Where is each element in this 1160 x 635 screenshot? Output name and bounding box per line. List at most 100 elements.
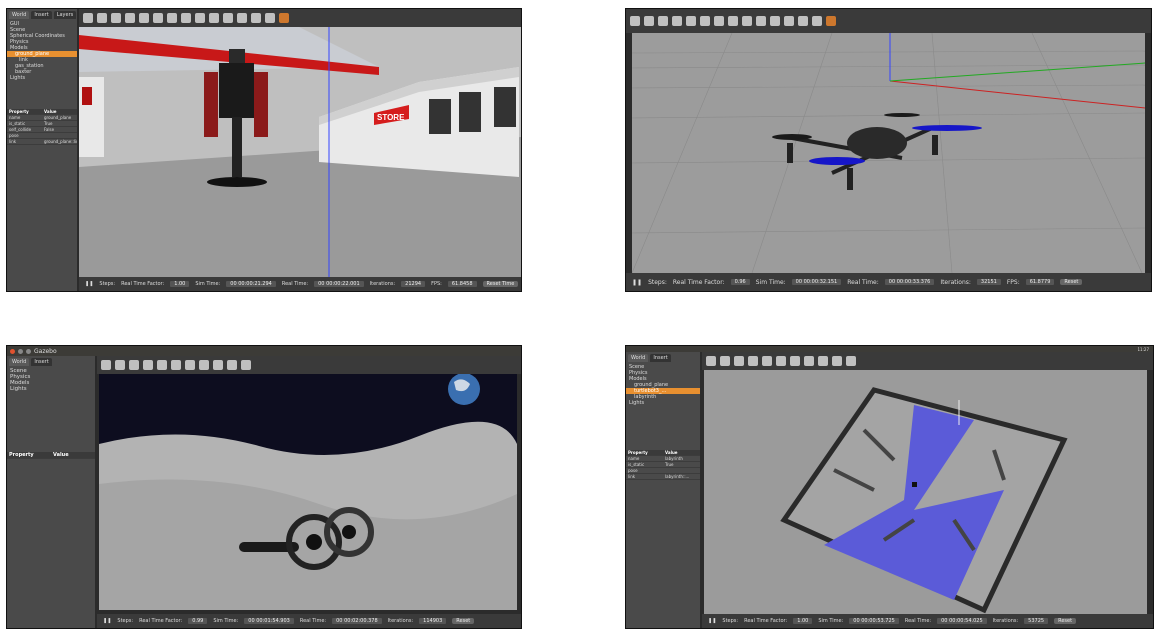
scale-mode-icon[interactable] [125, 13, 135, 23]
record-icon[interactable] [279, 13, 289, 23]
cylinder-shape-icon[interactable] [185, 360, 195, 370]
prop-value: True [665, 462, 674, 467]
close-icon[interactable] [10, 348, 15, 354]
tree-item-lights[interactable]: Lights [7, 75, 77, 81]
rotate-mode-icon[interactable] [658, 16, 668, 26]
snap-icon[interactable] [265, 13, 275, 23]
store-window [429, 99, 451, 134]
pump-sign [82, 87, 92, 105]
steps-label: Steps: [722, 618, 739, 624]
directional-light-icon[interactable] [756, 16, 766, 26]
rotate-mode-icon[interactable] [129, 360, 139, 370]
3d-viewport[interactable] [704, 370, 1147, 614]
turtlebot-model[interactable] [912, 482, 917, 487]
paste-icon[interactable] [237, 13, 247, 23]
tab-insert[interactable]: Insert [31, 11, 52, 19]
paste-icon[interactable] [784, 16, 794, 26]
reset-button[interactable]: Reset [1060, 279, 1083, 285]
spot-light-icon[interactable] [742, 16, 752, 26]
tab-world[interactable]: World [628, 354, 649, 362]
store-window [494, 87, 516, 127]
directional-light-icon[interactable] [209, 13, 219, 23]
align-icon[interactable] [798, 16, 808, 26]
property-header: Property Value [7, 452, 95, 459]
record-icon[interactable] [826, 16, 836, 26]
value-col-label: Value [665, 450, 678, 455]
cylinder-shape-icon[interactable] [714, 16, 724, 26]
reset-button[interactable]: Reset [1054, 618, 1077, 624]
copy-icon[interactable] [223, 13, 233, 23]
prop-value [663, 468, 700, 473]
box-shape-icon[interactable] [157, 360, 167, 370]
reset-button[interactable]: Reset [452, 618, 475, 624]
screenshot-icon[interactable] [241, 360, 251, 370]
translate-mode-icon[interactable] [644, 16, 654, 26]
rtf-label: Real Time Factor: [744, 618, 788, 624]
sphere-shape-icon[interactable] [776, 356, 786, 366]
cylinder-shape-icon[interactable] [790, 356, 800, 366]
world-tree: Scene Physics Models ground_plane turtle… [626, 364, 700, 406]
cylinder-shape-icon[interactable] [167, 13, 177, 23]
point-light-icon[interactable] [181, 13, 191, 23]
point-light-icon[interactable] [804, 356, 814, 366]
select-mode-icon[interactable] [706, 356, 716, 366]
box-shape-icon[interactable] [139, 13, 149, 23]
box-shape-icon[interactable] [686, 16, 696, 26]
minimize-icon[interactable] [18, 348, 23, 354]
reset-time-button[interactable]: Reset Time [482, 281, 519, 287]
spot-light-icon[interactable] [195, 13, 205, 23]
select-mode-icon[interactable] [101, 360, 111, 370]
rotate-mode-icon[interactable] [111, 13, 121, 23]
point-light-icon[interactable] [728, 16, 738, 26]
align-icon[interactable] [251, 13, 261, 23]
property-row[interactable]: link labyrinth::... [626, 474, 700, 480]
maximize-icon[interactable] [26, 348, 31, 354]
spot-light-icon[interactable] [818, 356, 828, 366]
scale-mode-icon[interactable] [748, 356, 758, 366]
prop-value [42, 133, 77, 138]
real-time-value: 00 00:00:33.376 [884, 279, 935, 285]
tab-insert[interactable]: Insert [650, 354, 671, 362]
point-light-icon[interactable] [199, 360, 209, 370]
select-mode-icon[interactable] [630, 16, 640, 26]
tree-item-lights[interactable]: Lights [7, 386, 95, 392]
sim-time-label: Sim Time: [818, 618, 844, 624]
translate-mode-icon[interactable] [115, 360, 125, 370]
scale-mode-icon[interactable] [143, 360, 153, 370]
directional-light-icon[interactable] [227, 360, 237, 370]
select-mode-icon[interactable] [83, 13, 93, 23]
status-bar: ❚❚ Steps: Real Time Factor: 0.99 Sim Tim… [97, 614, 521, 628]
snap-icon[interactable] [812, 16, 822, 26]
translate-mode-icon[interactable] [720, 356, 730, 366]
scale-mode-icon[interactable] [672, 16, 682, 26]
sphere-shape-icon[interactable] [171, 360, 181, 370]
copy-icon[interactable] [770, 16, 780, 26]
tab-layers[interactable]: Layers [53, 11, 77, 19]
3d-viewport[interactable] [99, 374, 517, 610]
tree-item-lights[interactable]: Lights [626, 400, 700, 406]
3d-viewport[interactable]: STORE [79, 27, 521, 277]
pause-icon[interactable]: ❚❚ [103, 618, 111, 624]
pause-icon[interactable]: ❚❚ [708, 618, 716, 624]
spot-light-icon[interactable] [213, 360, 223, 370]
sphere-shape-icon[interactable] [153, 13, 163, 23]
tab-insert[interactable]: Insert [31, 358, 52, 366]
tab-world[interactable]: World [9, 11, 30, 19]
rtf-value: 0.96 [730, 279, 750, 285]
prop-value: ground_plane::link [44, 139, 77, 144]
pause-icon[interactable]: ❚❚ [85, 281, 93, 287]
sphere-shape-icon[interactable] [700, 16, 710, 26]
rotate-mode-icon[interactable] [734, 356, 744, 366]
directional-light-icon[interactable] [832, 356, 842, 366]
iterations-value: 114903 [419, 618, 447, 624]
property-row[interactable]: link ground_plane::link [7, 139, 77, 145]
screenshot-icon[interactable] [846, 356, 856, 366]
tab-world[interactable]: World [9, 358, 30, 366]
translate-mode-icon[interactable] [97, 13, 107, 23]
3d-viewport[interactable] [632, 33, 1145, 273]
left-panel: World Insert Layers GUI Scene Spherical … [7, 9, 77, 291]
main-toolbar [626, 9, 1151, 33]
pause-icon[interactable]: ❚❚ [632, 279, 642, 286]
real-time-value: 00 00:00:54.025 [937, 618, 987, 624]
box-shape-icon[interactable] [762, 356, 772, 366]
